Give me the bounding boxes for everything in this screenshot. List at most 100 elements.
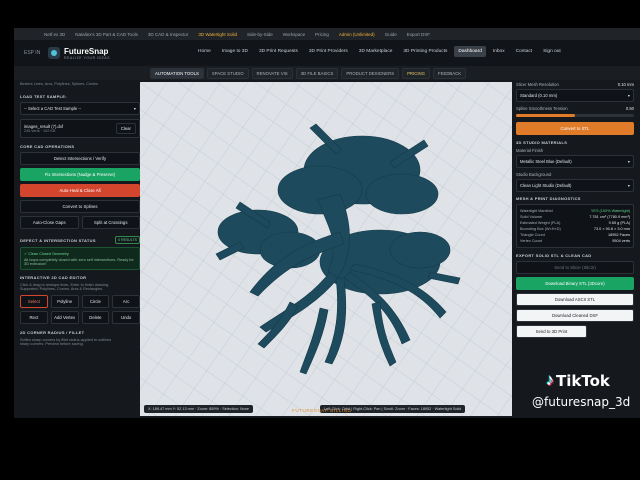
chevron-down-icon: ▾	[627, 183, 630, 188]
material-finish-select[interactable]: Metallic Steel Blue (Default) ▾	[516, 155, 634, 168]
editor-description-2: Supported: Polylines, Curves, Arcs & Rec…	[20, 287, 104, 291]
clear-button[interactable]: Clear	[115, 123, 136, 134]
smoothness-slider[interactable]	[516, 114, 634, 117]
browser-tab[interactable]: Netf ex 3D	[44, 32, 65, 37]
download-binary-stl-button[interactable]: Download Binary STL (3Dcore)	[516, 277, 634, 290]
viewport-status-readout: X: 189.47 mm Y: 52.13 mm · Zoom: 859% · …	[144, 405, 254, 413]
nav-link-contact[interactable]: Contact	[512, 46, 537, 57]
tool-rect-button[interactable]: Rect	[20, 311, 48, 324]
billing-link[interactable]: FUTURESNAP BILLING	[292, 408, 352, 413]
mesh-resolution-select-value: Standard (0.10 mm)	[520, 93, 558, 98]
nav-link-image-to-3d[interactable]: Image to 3D	[218, 46, 252, 57]
split-crossings-button[interactable]: Split at Crossings	[81, 216, 140, 229]
convert-to-stl-button[interactable]: Convert to STL	[516, 122, 634, 135]
creator-handle: @futuresnap_3d	[532, 395, 631, 409]
stat-label: Solid Volume	[520, 215, 543, 219]
nav-link-print-providers[interactable]: 3D Print Providers	[305, 46, 352, 57]
material-finish-label: Material Finish	[516, 148, 544, 153]
tab-product-designers[interactable]: PRODUCT DESIGNERS	[341, 68, 400, 79]
fix-intersections-button[interactable]: Fix Intersections (Nudge & Preserve)	[20, 168, 140, 181]
download-dxf-button[interactable]: Download Cleaned DXF	[516, 309, 634, 322]
browser-tab[interactable]: Admin (Unlimited)	[339, 32, 375, 37]
tab-3d-file-basics[interactable]: 3D FILE BASICS	[295, 68, 339, 79]
chevron-down-icon: ▾	[627, 159, 630, 164]
corner-heading: 2D CORNER RADIUS / FILLET	[20, 330, 85, 335]
nav-link-printing-products[interactable]: 3D Printing Products	[399, 46, 451, 57]
tool-add-vertex-button[interactable]: Add Vertex	[50, 311, 79, 324]
browser-tab[interactable]: 3D Watertight Solid	[198, 32, 237, 37]
tool-arc-button[interactable]: Arc	[112, 295, 140, 308]
send-to-slicer-button[interactable]: Send to Slicer (Slic3r)	[516, 261, 634, 274]
sample-select[interactable]: -- Select a CAD Test Sample -- ▾	[20, 102, 140, 115]
chevron-down-icon: ▾	[627, 93, 630, 98]
tool-polyline-button[interactable]: Polyline	[50, 295, 79, 308]
browser-tab[interactable]: Side-by-Side	[247, 32, 273, 37]
status-badge: 0 RESULTS	[115, 236, 140, 244]
right-panel: Slicer Mesh Resolution 0.10 mm Standard …	[516, 82, 634, 412]
send-to-print-button[interactable]: Send to 3D Print	[516, 325, 587, 338]
browser-tab[interactable]: Guide	[385, 32, 397, 37]
tool-undo-button[interactable]: Undo	[112, 311, 140, 324]
tab-pricing[interactable]: PRICING	[402, 68, 430, 79]
nav-link-inbox[interactable]: Inbox	[489, 46, 509, 57]
stat-value: 73.0 × 90.8 × 3.0 mm	[593, 227, 630, 231]
chevron-down-icon: ▾	[133, 106, 136, 111]
file-meta: 245 verts · 102 KB	[24, 129, 56, 133]
left-panel: Beziers Lines, Arcs, Polylines, Splines,…	[20, 82, 140, 412]
brand-logo[interactable]: FutureSnap REALIZE YOUR IDEAS	[48, 47, 110, 60]
editor-heading: INTERACTIVE 2D CAD EDITOR	[20, 275, 87, 280]
supported-entities: Beziers Lines, Arcs, Polylines, Splines,…	[20, 82, 98, 86]
tiktok-watermark: ♪ TikTok	[546, 372, 610, 390]
diagnostics-heading: MESH & PRINT DIAGNOSTICS	[516, 196, 581, 201]
studio-background-value: Clean Light Studio (Default)	[520, 183, 572, 188]
tab-automation-tools[interactable]: AUTOMATION TOOLS	[150, 68, 204, 79]
nav-link-dashboard[interactable]: Dashboard	[454, 46, 486, 57]
nav-link-print-requests[interactable]: 3D Print Requests	[255, 46, 302, 57]
detect-intersections-button[interactable]: Detect Intersections / Verify	[20, 152, 140, 165]
browser-tab[interactable]: Nataliex's 3D Part & CAD Tools	[75, 32, 138, 37]
3d-viewport[interactable]: X: 189.47 mm Y: 52.13 mm · Zoom: 859% · …	[140, 82, 512, 416]
tab-renovate-vis[interactable]: RENOVATE VIS	[251, 68, 293, 79]
download-ascii-stl-button[interactable]: Download ASCII STL	[516, 293, 634, 306]
browser-tab[interactable]: 3D CAD & Inspector	[148, 32, 189, 37]
tab-space-studio[interactable]: SPACE STUDIO	[206, 68, 249, 79]
tiktok-note-icon: ♪	[546, 372, 554, 389]
convert-splines-button[interactable]: Convert to Splines	[20, 200, 140, 213]
studio-background-select[interactable]: Clean Light Studio (Default) ▾	[516, 179, 634, 192]
mesh-resolution-value: 0.10 mm	[617, 82, 634, 87]
core-ops-heading: CORE CAD OPERATIONS	[20, 144, 75, 149]
tool-select-button[interactable]: Select	[20, 295, 48, 308]
smoothness-label: Spline Smoothness Tension	[516, 106, 568, 111]
language-selector[interactable]: ESP IN	[24, 50, 44, 56]
tool-circle-button[interactable]: Circle	[81, 295, 110, 308]
load-sample-heading: LOAD TEST SAMPLE:	[20, 94, 67, 99]
material-finish-value: Metallic Steel Blue (Default)	[520, 159, 572, 164]
tab-feedback[interactable]: FEEDBACK	[432, 68, 467, 79]
nav-link-home[interactable]: Home	[194, 46, 215, 57]
tool-delete-button[interactable]: Delete	[81, 311, 110, 324]
stat-row: Vertex Count 9504 verts	[520, 238, 630, 244]
export-heading: EXPORT SOLID STL & CLEAN CAD	[516, 253, 592, 258]
browser-tab[interactable]: Export DXF	[407, 32, 430, 37]
browser-tab[interactable]: Pricing	[315, 32, 329, 37]
corner-description-2: sharp corners. Preview before saving.	[20, 342, 84, 346]
nav-link-sign-out[interactable]: Sign out	[539, 46, 565, 57]
stat-label: Bounding Box (W×H×D)	[520, 227, 561, 231]
auto-close-gaps-button[interactable]: Auto-Close Gaps	[20, 216, 79, 229]
diagnostics-table: Watertight Manifold YES (100% Watertight…	[516, 204, 634, 248]
stage: Netf ex 3D Nataliex's 3D Part & CAD Tool…	[0, 0, 640, 480]
app-screen: Netf ex 3D Nataliex's 3D Part & CAD Tool…	[14, 28, 640, 418]
stat-value: 9504 verts	[612, 239, 630, 243]
auto-heal-button[interactable]: Auto-Heal & Close All	[20, 184, 140, 197]
nav-links: Home Image to 3D 3D Print Requests 3D Pr…	[194, 46, 565, 57]
nav-link-marketplace[interactable]: 3D Marketplace	[355, 46, 397, 57]
stat-label: Vertex Count	[520, 239, 542, 243]
browser-tab[interactable]: Workspace	[283, 32, 305, 37]
browser-tab-strip: Netf ex 3D Nataliex's 3D Part & CAD Tool…	[14, 28, 640, 40]
mesh-resolution-select[interactable]: Standard (0.10 mm) ▾	[516, 89, 634, 102]
materials-heading: 3D STUDIO MATERIALS	[516, 140, 568, 145]
stat-label: Triangle Count	[520, 233, 545, 237]
viewport-canvas[interactable]	[140, 82, 512, 416]
stat-value: 18952 Faces	[608, 233, 630, 237]
smoothness-value: 0.50	[625, 106, 634, 111]
